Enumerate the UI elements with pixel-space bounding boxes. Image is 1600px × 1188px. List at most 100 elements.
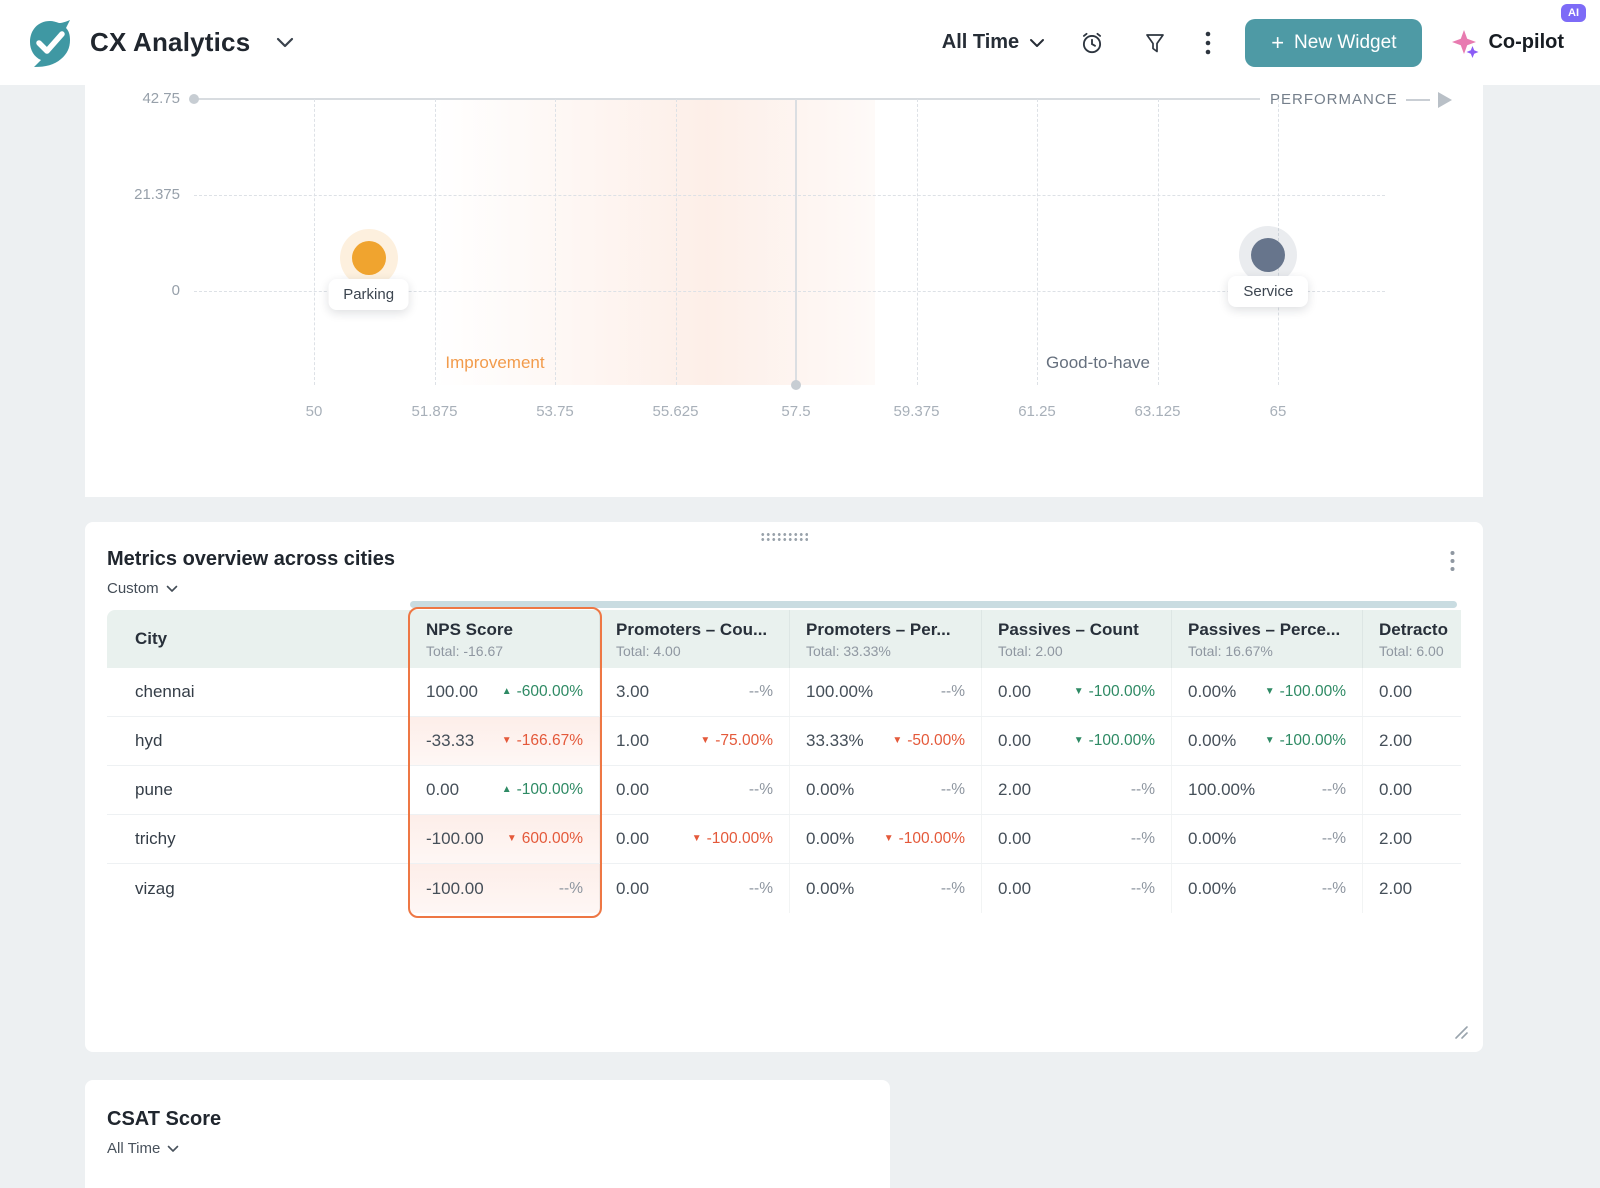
metric-delta: ▲-600.00%: [502, 683, 583, 701]
metric-value: 0.00: [998, 731, 1031, 751]
column-header[interactable]: Passives – CountTotal: 2.00: [982, 610, 1172, 668]
center-divider-dot: [791, 380, 801, 390]
column-header-label: NPS Score: [426, 620, 583, 640]
metric-cell: 0.00%▼-100.00%: [1172, 717, 1363, 765]
card-menu-button[interactable]: [1446, 546, 1459, 576]
metric-cell: 0.00%▼-100.00%: [1172, 668, 1363, 716]
copilot-label: Co-pilot: [1488, 31, 1564, 54]
copilot-button[interactable]: AI Co-pilot: [1452, 28, 1564, 58]
metric-value: 0.00: [616, 829, 649, 849]
column-header-label: Promoters – Cou...: [616, 620, 773, 640]
metric-delta: --%: [941, 880, 965, 898]
column-header[interactable]: NPS Score Total: -16.67: [410, 610, 600, 668]
metric-delta-value: --%: [749, 880, 773, 898]
metric-cell: 0.00%--%: [1172, 864, 1363, 913]
column-header-total: Total: 33.33%: [806, 643, 965, 659]
performance-axis-label: PERFORMANCE: [1270, 91, 1398, 108]
metric-delta: --%: [559, 880, 583, 898]
column-header[interactable]: DetractoTotal: 6.00: [1363, 610, 1461, 668]
metric-delta-value: --%: [941, 880, 965, 898]
x-axis-tick-label: 59.375: [872, 403, 962, 420]
metric-cell: 100.00 ▲-600.00%: [410, 668, 600, 716]
metric-value: -100.00: [426, 879, 484, 899]
filter-button[interactable]: [1139, 27, 1171, 59]
metric-value: 0.00%: [806, 780, 854, 800]
trend-down-icon: ▼: [700, 736, 710, 746]
metric-cell: 0.00--%: [982, 864, 1172, 913]
metric-delta-value: -100.00%: [1280, 732, 1346, 750]
service-bubble[interactable]: [1251, 238, 1285, 272]
x-axis-tick-label: 61.25: [992, 403, 1082, 420]
metric-delta: --%: [1322, 880, 1346, 898]
table-filter-dropdown[interactable]: Custom: [107, 580, 178, 597]
metric-delta-value: -50.00%: [907, 732, 965, 750]
metric-delta: --%: [941, 683, 965, 701]
metric-delta: --%: [941, 781, 965, 799]
metric-value: 0.00: [1379, 780, 1412, 800]
metric-delta: ▼600.00%: [507, 830, 583, 848]
metric-value: 2.00: [1379, 829, 1412, 849]
table-horizontal-scrollbar[interactable]: [410, 601, 1457, 608]
metric-delta-value: -100.00%: [899, 830, 965, 848]
trend-down-icon: ▼: [1074, 736, 1084, 746]
new-widget-button[interactable]: + New Widget: [1245, 19, 1422, 67]
funnel-icon: [1143, 31, 1167, 55]
plus-icon: +: [1271, 32, 1284, 54]
metric-value: -33.33: [426, 731, 474, 751]
parking-bubble[interactable]: [352, 241, 386, 275]
metric-value: 100.00: [426, 682, 478, 702]
x-gridline: [676, 99, 677, 385]
trend-up-icon: ▲: [502, 785, 512, 795]
column-header-total: Total: -16.67: [426, 643, 583, 659]
metric-value: 3.00: [616, 682, 649, 702]
quadrant-chart: PERFORMANCE 42.7521.37505051.87553.7555.…: [85, 85, 1483, 497]
app-switcher-chevron-icon[interactable]: [276, 37, 294, 49]
axis-dash: [1406, 99, 1430, 101]
metrics-table: City NPS Score Total: -16.67 Promoters – Co…: [107, 610, 1461, 914]
metric-delta: ▼-100.00%: [1074, 683, 1155, 701]
axis-origin-dot: [189, 94, 199, 104]
metric-cell: 0.00--%: [600, 766, 790, 814]
column-header[interactable]: Promoters – Cou...Total: 4.00: [600, 610, 790, 668]
metric-value: 0.00: [616, 780, 649, 800]
y-axis-tick-label: 42.75: [95, 90, 180, 107]
column-header-label: Passives – Count: [998, 620, 1155, 640]
parking-bubble-label: Parking: [328, 279, 409, 310]
x-gridline: [1158, 99, 1159, 385]
city-cell: vizag: [107, 864, 410, 913]
time-filter-dropdown[interactable]: All Time: [942, 31, 1045, 54]
drag-handle[interactable]: [760, 532, 808, 541]
metric-delta: --%: [1131, 781, 1155, 799]
city-cell: pune: [107, 766, 410, 814]
quadrant-chart-card: PERFORMANCE 42.7521.37505051.87553.7555.…: [85, 85, 1483, 497]
alerts-button[interactable]: [1075, 26, 1109, 60]
metric-delta: --%: [1131, 830, 1155, 848]
kebab-menu-icon: [1450, 550, 1455, 572]
column-header-city[interactable]: City: [107, 610, 410, 668]
trend-down-icon: ▼: [892, 736, 902, 746]
metric-delta-value: -100.00%: [1089, 683, 1155, 701]
metric-delta-value: -100.00%: [1280, 683, 1346, 701]
quadrant-label-good-to-have: Good-to-have: [1046, 353, 1150, 373]
metrics-table-card: Metrics overview across cities Custom Ci…: [85, 522, 1483, 1052]
resize-handle-icon[interactable]: [1453, 1024, 1469, 1040]
metric-delta: ▼-75.00%: [700, 732, 773, 750]
csat-time-filter-dropdown[interactable]: All Time: [107, 1140, 179, 1157]
column-header[interactable]: Promoters – Per...Total: 33.33%: [790, 610, 982, 668]
metric-delta-value: -600.00%: [517, 683, 583, 701]
new-widget-label: New Widget: [1294, 32, 1396, 54]
app-title: CX Analytics: [90, 27, 250, 58]
performance-axis-line: [194, 98, 1260, 100]
metric-cell: 0.00%▼-100.00%: [790, 815, 982, 863]
metric-value: 0.00: [998, 879, 1031, 899]
metric-cell: 0.00▼: [1363, 766, 1461, 814]
table-header-row: City NPS Score Total: -16.67 Promoters – Co…: [107, 610, 1461, 668]
trend-down-icon: ▼: [884, 834, 894, 844]
metric-cell: 1.00▼-75.00%: [600, 717, 790, 765]
city-cell: trichy: [107, 815, 410, 863]
metric-delta: ▼-166.67%: [502, 732, 583, 750]
column-header-total: Total: 16.67%: [1188, 643, 1346, 659]
column-header[interactable]: Passives – Perce...Total: 16.67%: [1172, 610, 1363, 668]
more-options-button[interactable]: [1201, 26, 1215, 60]
metric-delta-value: 600.00%: [522, 830, 583, 848]
